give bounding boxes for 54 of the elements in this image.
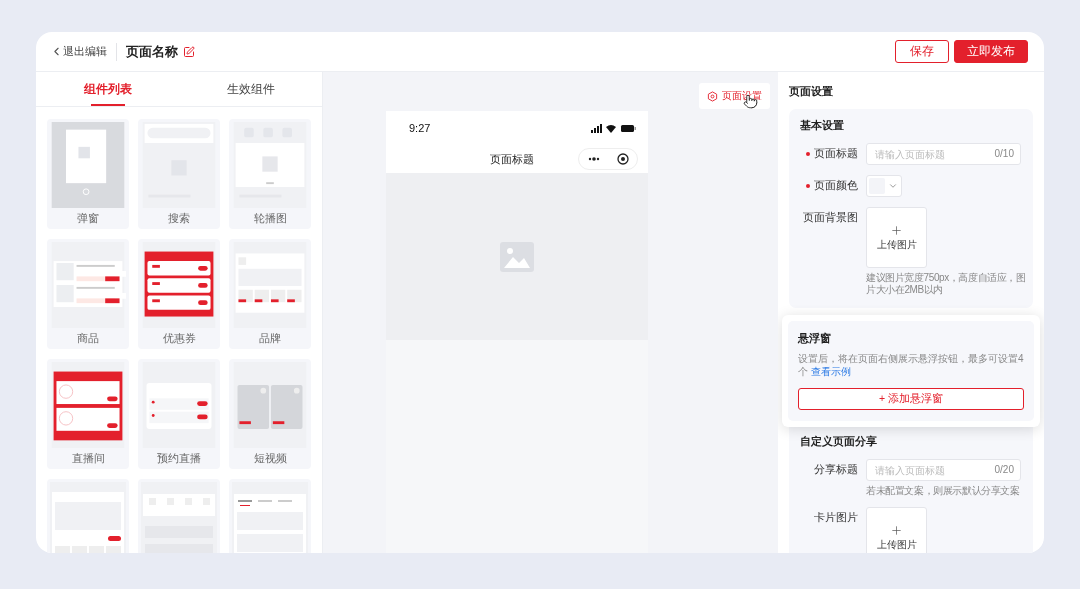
description-text: 设置后，将在页面右侧展示悬浮按钮，最多可设置4个 查看示例	[798, 352, 1024, 378]
plus-icon	[890, 223, 903, 237]
component-name: 品牌	[259, 331, 281, 346]
component-card[interactable]: 商品	[47, 239, 129, 349]
hint-text: 建议图片宽度750px，高度自适应，图片大小在2MB以内	[866, 272, 1027, 296]
back-link[interactable]: 退出编辑	[63, 44, 107, 59]
component-card[interactable]: 弹窗	[47, 119, 129, 229]
image-placeholder-icon	[500, 241, 534, 272]
publish-button[interactable]: 立即发布	[954, 40, 1028, 63]
character-counter: 0/10	[994, 148, 1014, 159]
field-label: 页面颜色	[814, 179, 858, 193]
add-floating-button[interactable]: + 添加悬浮窗	[798, 388, 1024, 410]
component-name: 预约直播	[157, 451, 201, 466]
more-icon	[587, 157, 600, 161]
phone-page-title: 页面标题	[490, 151, 534, 167]
chevron-down-icon	[888, 181, 898, 191]
hexagon-icon	[707, 90, 718, 102]
view-example-link[interactable]: 查看示例	[810, 366, 851, 377]
component-card[interactable]: 短视频	[229, 359, 311, 469]
field-label: 分享标题	[814, 463, 858, 477]
component-name: 直播间	[71, 451, 105, 466]
component-name: 优惠券	[162, 331, 196, 346]
panel-title: 页面设置	[789, 84, 834, 99]
edit-icon[interactable]	[183, 45, 195, 58]
color-select[interactable]	[866, 175, 902, 197]
component-card[interactable]: 优惠券	[138, 239, 220, 349]
component-name: 短视频	[253, 451, 287, 466]
component-name: 搜索	[168, 211, 190, 226]
section-heading: 悬浮窗	[798, 332, 832, 346]
component-card[interactable]: 预约直播	[138, 359, 220, 469]
page-title: 页面名称	[126, 42, 178, 61]
field-label: 页面标题	[814, 147, 858, 161]
plus-icon	[890, 523, 903, 537]
hint-text: 若未配置文案，则展示默认分享文案	[866, 485, 1021, 497]
component-card[interactable]: 直播间	[47, 359, 129, 469]
field-label: 页面背景图	[803, 211, 858, 225]
close-target-icon	[616, 153, 629, 165]
status-time: 9:27	[409, 122, 431, 134]
section-heading: 基本设置	[800, 119, 845, 133]
component-card[interactable]: 轮播图	[229, 119, 311, 229]
component-card[interactable]: 品牌	[229, 239, 311, 349]
component-name: 轮播图	[253, 211, 287, 226]
component-name: 弹窗	[77, 211, 99, 226]
panel-tab[interactable]: 组件列表	[36, 72, 179, 106]
status-icons	[591, 123, 636, 133]
save-button[interactable]: 保存	[895, 40, 949, 63]
image-upload[interactable]: 上传图片	[866, 507, 927, 553]
image-upload[interactable]: 上传图片	[866, 207, 927, 268]
component-name: 商品	[77, 331, 99, 346]
character-counter: 0/20	[994, 464, 1014, 475]
component-card[interactable]: 搜索	[138, 119, 220, 229]
panel-tab[interactable]: 生效组件	[179, 72, 322, 106]
section-heading: 自定义页面分享	[800, 435, 878, 449]
field-label: 卡片图片	[814, 511, 858, 525]
